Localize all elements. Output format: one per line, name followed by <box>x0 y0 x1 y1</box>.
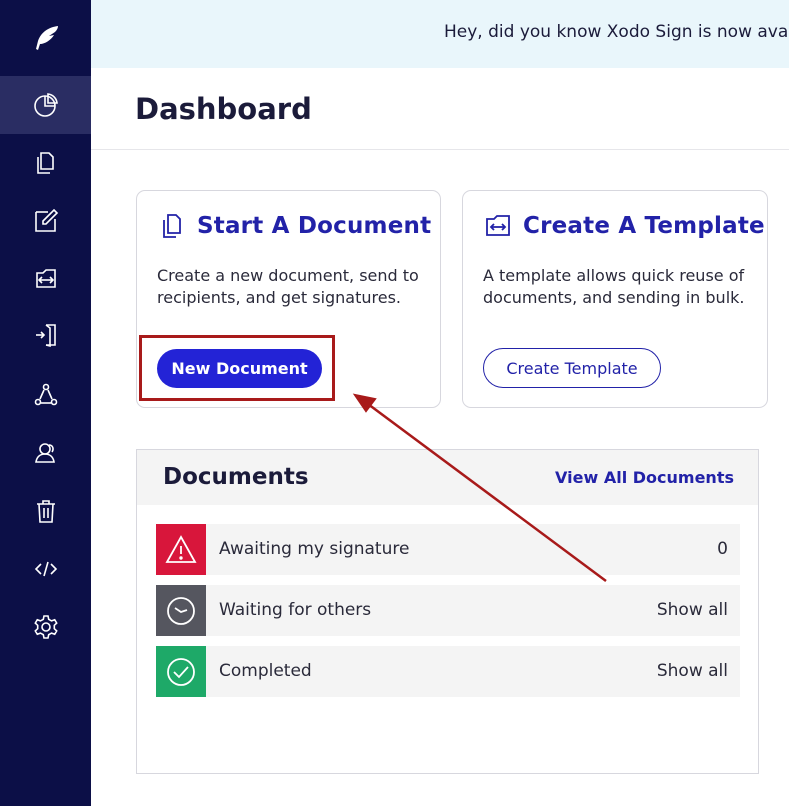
card-header: Create A Template <box>483 211 765 241</box>
banner-text: Hey, did you know Xodo Sign is now avail… <box>444 22 789 42</box>
create-template-button[interactable]: Create Template <box>483 348 661 388</box>
card-header: Start A Document <box>157 211 431 241</box>
annotation-highlight-box <box>139 335 335 401</box>
sidebar-item-import[interactable] <box>0 306 91 364</box>
doc-row-awaiting-signature[interactable]: Awaiting my signature 0 <box>156 524 740 575</box>
logo[interactable] <box>0 0 91 76</box>
sidebar <box>0 0 91 806</box>
doc-row-label: Waiting for others <box>219 600 372 620</box>
edit-icon <box>34 208 58 232</box>
feather-icon <box>35 26 58 50</box>
documents-panel: Documents View All Documents Awaiting my… <box>136 449 759 774</box>
sidebar-item-settings[interactable] <box>0 598 91 656</box>
doc-row-count: 0 <box>717 539 728 559</box>
check-circle-icon <box>167 657 195 686</box>
template-icon <box>35 269 56 288</box>
show-all-link[interactable]: Show all <box>657 661 728 681</box>
documents-title: Documents <box>163 464 309 490</box>
status-badge <box>156 585 206 636</box>
contacts-icon <box>34 443 55 463</box>
header-divider <box>91 149 789 150</box>
sidebar-item-workflow[interactable] <box>0 366 91 424</box>
status-badge <box>156 646 206 697</box>
sidebar-item-trash[interactable] <box>0 482 91 540</box>
show-all-link[interactable]: Show all <box>657 600 728 620</box>
warning-icon <box>165 534 197 563</box>
import-icon <box>35 324 56 348</box>
sidebar-item-edit[interactable] <box>0 192 91 250</box>
code-icon <box>34 561 57 577</box>
create-template-description: A template allows quick reuse of documen… <box>483 266 745 307</box>
page-title: Dashboard <box>135 92 312 126</box>
doc-row-completed[interactable]: Completed Show all <box>156 646 740 697</box>
template-icon <box>486 215 510 236</box>
workflow-icon <box>34 383 57 406</box>
start-document-description: Create a new document, send to recipient… <box>157 266 419 307</box>
sidebar-item-dashboard[interactable] <box>0 76 91 134</box>
doc-row-label: Awaiting my signature <box>219 539 410 559</box>
sidebar-item-developer[interactable] <box>0 540 91 598</box>
create-template-card: Create A Template A template allows quic… <box>462 190 768 408</box>
create-template-title: Create A Template <box>523 213 765 239</box>
documents-icon <box>163 214 181 238</box>
documents-header: Documents View All Documents <box>137 450 758 505</box>
pie-chart-icon <box>33 93 58 117</box>
gear-icon <box>33 615 58 639</box>
announcement-banner: Hey, did you know Xodo Sign is now avail… <box>91 0 789 68</box>
status-badge <box>156 524 206 575</box>
sidebar-item-contacts[interactable] <box>0 424 91 482</box>
clock-icon <box>167 596 195 625</box>
doc-row-label: Completed <box>219 661 312 681</box>
view-all-documents-link[interactable]: View All Documents <box>555 468 734 487</box>
start-document-title: Start A Document <box>197 213 432 239</box>
sidebar-item-templates[interactable] <box>0 250 91 308</box>
doc-row-waiting-others[interactable]: Waiting for others Show all <box>156 585 740 636</box>
documents-icon <box>36 152 54 174</box>
trash-icon <box>36 500 55 523</box>
sidebar-item-documents[interactable] <box>0 134 91 192</box>
